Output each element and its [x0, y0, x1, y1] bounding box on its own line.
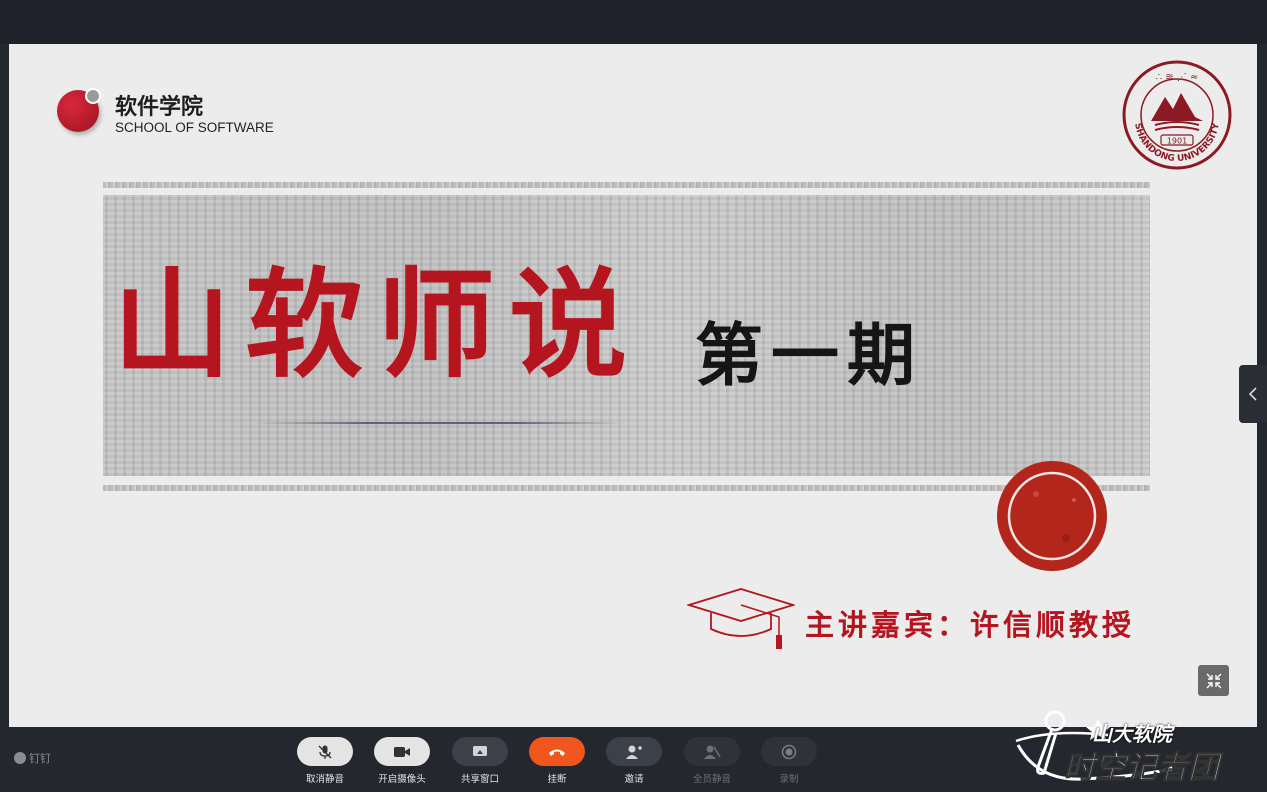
camera-label: 开启摄像头	[378, 774, 426, 785]
invite-label: 邀请	[624, 774, 644, 785]
dingtalk-icon	[14, 752, 26, 764]
app-name: 钉钉	[29, 752, 51, 765]
side-panel-toggle[interactable]	[1239, 365, 1267, 423]
record-button[interactable]: 录制	[759, 737, 819, 785]
slide-title: 山软师说	[113, 255, 642, 394]
slide-issue: 第一期	[695, 316, 924, 396]
graduation-cap-icon	[687, 588, 795, 649]
hangup-button[interactable]: 挂断	[527, 737, 587, 785]
logo-dot-icon	[85, 88, 101, 104]
exit-fullscreen-button[interactable]	[1198, 665, 1229, 696]
invite-icon	[626, 745, 642, 759]
record-label: 录制	[779, 774, 799, 785]
mic-muted-icon	[318, 745, 332, 759]
record-icon	[781, 744, 797, 759]
svg-text:∴ ≋ ⋰ ≈: ∴ ≋ ⋰ ≈	[1156, 72, 1199, 83]
university-seal-icon: 1901 SHANDONG UNIVERSITY ∴ ≋ ⋰ ≈	[1122, 60, 1232, 170]
banner-top-border	[103, 182, 1150, 188]
seal-year: 1901	[1167, 137, 1187, 146]
app-label: 钉钉	[14, 750, 51, 766]
hangup-icon	[549, 749, 565, 756]
watermark-line2: 时空记者团	[1064, 750, 1220, 787]
speaker-caption: 主讲嘉宾：许信顺教授	[805, 608, 1136, 642]
logo-title-cn: 软件学院	[115, 95, 204, 120]
presentation-slide: 软件学院 SCHOOL OF SOFTWARE 1901 SHANDONG UN…	[9, 44, 1257, 727]
screen-share-icon	[473, 745, 487, 756]
camera-icon	[394, 746, 410, 757]
hangup-label: 挂断	[547, 774, 567, 785]
share-window-button[interactable]: 共享窗口	[450, 737, 510, 785]
mute-all-label: 全员静音	[692, 774, 731, 785]
red-stamp-icon	[997, 461, 1107, 571]
window-top-bar	[0, 0, 1267, 44]
logo-title-en: SCHOOL OF SOFTWARE	[115, 120, 274, 135]
camera-button[interactable]: 开启摄像头	[372, 737, 432, 785]
unmute-button[interactable]: 取消静音	[295, 737, 355, 785]
title-underline	[255, 422, 625, 424]
chevron-left-icon	[1248, 387, 1257, 401]
unmute-label: 取消静音	[305, 774, 344, 785]
banner-bottom-border	[103, 485, 1150, 491]
share-window-label: 共享窗口	[460, 774, 499, 785]
mute-all-icon	[704, 745, 721, 759]
collapse-icon	[1206, 673, 1221, 688]
mute-all-button[interactable]: 全员静音	[682, 737, 742, 785]
invite-button[interactable]: 邀请	[604, 737, 664, 785]
